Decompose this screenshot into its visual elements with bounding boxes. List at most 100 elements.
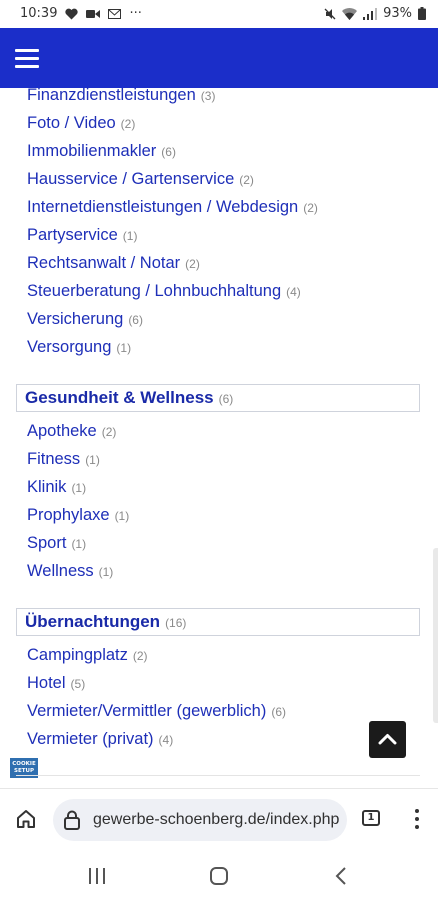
section-title-link[interactable]: Gesundheit & Wellness (6) <box>25 388 233 408</box>
list-item[interactable]: Internetdienstleistungen / Webdesign (2) <box>27 198 318 217</box>
section-header-stays: Übernachtungen (16) <box>16 608 420 636</box>
category-count: (4) <box>286 285 301 299</box>
hamburger-icon[interactable] <box>15 49 39 69</box>
section-title[interactable]: Übernachtungen <box>25 612 160 631</box>
tab-switcher-button[interactable]: 1 <box>362 810 384 830</box>
category-count: (2) <box>101 425 117 439</box>
category-label[interactable]: Apotheke <box>27 422 97 440</box>
list-item[interactable]: Sport (1) <box>27 534 86 553</box>
category-count: (1) <box>71 481 87 495</box>
address-bar[interactable]: gewerbe-schoenberg.de/index.php <box>53 799 347 841</box>
cookie-setup-line2: SETUP <box>14 768 34 774</box>
category-label[interactable]: Versorgung <box>27 338 111 356</box>
signal-icon <box>363 7 378 20</box>
category-label[interactable]: Versicherung <box>27 310 123 328</box>
category-label[interactable]: Internetdienstleistungen / Webdesign <box>27 198 298 216</box>
category-label[interactable]: Prophylaxe <box>27 506 110 524</box>
category-count: (6) <box>161 145 176 159</box>
envelope-icon <box>108 8 122 19</box>
category-count: (2) <box>303 201 318 215</box>
list-item[interactable]: Fitness (1) <box>27 450 100 469</box>
category-label[interactable]: Hausservice / Gartenservice <box>27 170 234 188</box>
status-time: 10:39 <box>20 6 58 21</box>
tab-count: 1 <box>367 812 375 823</box>
category-label[interactable]: Vermieter/Vermittler (gewerblich) <box>27 702 266 720</box>
category-count: (2) <box>132 649 148 663</box>
category-label[interactable]: Steuerberatung / Lohnbuchhaltung <box>27 282 281 300</box>
list-item[interactable]: Immobilienmakler (6) <box>27 142 176 161</box>
list-item[interactable]: Versicherung (6) <box>27 310 143 329</box>
list-item[interactable]: Apotheke (2) <box>27 422 116 441</box>
recent-apps-icon[interactable] <box>88 868 106 889</box>
back-icon[interactable] <box>335 867 347 890</box>
heart-icon <box>65 8 79 20</box>
list-item[interactable]: Hausservice / Gartenservice (2) <box>27 170 254 189</box>
category-label[interactable]: Immobilienmakler <box>27 142 156 160</box>
list-item[interactable]: Vermieter/Vermittler (gewerblich) (6) <box>27 702 286 721</box>
category-label[interactable]: Finanzdienstleistungen <box>27 88 196 104</box>
category-count: (1) <box>98 565 114 579</box>
category-label[interactable]: Klinik <box>27 478 66 496</box>
category-count: (1) <box>114 509 130 523</box>
list-item[interactable]: Vermieter (privat) (4) <box>27 730 173 749</box>
battery-icon <box>418 7 426 20</box>
section-count: (6) <box>218 392 234 406</box>
category-count: (2) <box>120 117 136 131</box>
home-icon[interactable] <box>15 808 37 835</box>
category-count: (2) <box>185 257 200 271</box>
lock-icon[interactable] <box>63 810 81 835</box>
list-item[interactable]: Rechtsanwalt / Notar (2) <box>27 254 200 273</box>
section-title-link[interactable]: Übernachtungen (16) <box>25 612 186 632</box>
category-count: (5) <box>70 677 86 691</box>
category-count: (2) <box>239 173 254 187</box>
chevron-up-icon <box>378 734 397 745</box>
list-item[interactable]: Finanzdienstleistungen (3) <box>27 88 215 105</box>
category-list: Finanzdienstleistungen (3) Foto / Video (2… <box>0 88 438 788</box>
category-count: (6) <box>128 313 143 327</box>
category-label[interactable]: Partyservice <box>27 226 118 244</box>
more-options-icon[interactable] <box>410 809 424 833</box>
category-count: (4) <box>158 733 174 747</box>
category-label[interactable]: Foto / Video <box>27 114 116 132</box>
category-count: (3) <box>200 89 216 103</box>
category-count: (6) <box>271 705 286 719</box>
category-label[interactable]: Rechtsanwalt / Notar <box>27 254 180 272</box>
list-item[interactable]: Campingplatz (2) <box>27 646 148 665</box>
category-count: (1) <box>71 537 87 551</box>
category-label[interactable]: Fitness <box>27 450 80 468</box>
category-count: (1) <box>85 453 100 467</box>
divider <box>16 775 420 776</box>
section-header-health: Gesundheit & Wellness (6) <box>16 384 420 412</box>
category-label[interactable]: Campingplatz <box>27 646 128 664</box>
wifi-icon <box>342 7 358 20</box>
site-header <box>0 28 438 88</box>
status-ellipsis: ··· <box>129 6 142 21</box>
scroll-to-top-button[interactable] <box>369 721 406 758</box>
list-item[interactable]: Wellness (1) <box>27 562 113 581</box>
list-item[interactable]: Foto / Video (2) <box>27 114 135 133</box>
home-nav-icon[interactable] <box>210 867 228 885</box>
category-label[interactable]: Wellness <box>27 562 94 580</box>
system-navigation-bar <box>0 852 438 900</box>
status-bar: 10:39 ··· 93% <box>0 0 438 28</box>
list-item[interactable]: Hotel (5) <box>27 674 85 693</box>
list-item[interactable]: Steuerberatung / Lohnbuchhaltung (4) <box>27 282 301 301</box>
video-icon <box>86 9 101 19</box>
battery-text: 93% <box>383 6 412 21</box>
browser-toolbar: gewerbe-schoenberg.de/index.php 1 <box>0 788 438 852</box>
list-item[interactable]: Versorgung (1) <box>27 338 131 357</box>
edge-panel-handle[interactable] <box>433 548 438 723</box>
url-text[interactable]: gewerbe-schoenberg.de/index.php <box>93 811 339 829</box>
category-label[interactable]: Sport <box>27 534 66 552</box>
category-count: (1) <box>116 341 132 355</box>
list-item[interactable]: Klinik (1) <box>27 478 86 497</box>
section-title[interactable]: Gesundheit & Wellness <box>25 388 214 407</box>
list-item[interactable]: Partyservice (1) <box>27 226 137 245</box>
section-count: (16) <box>165 616 187 630</box>
category-label[interactable]: Vermieter (privat) <box>27 730 154 748</box>
list-item[interactable]: Prophylaxe (1) <box>27 506 129 525</box>
cookie-setup-line1: COOKIE <box>12 761 36 767</box>
mute-icon <box>324 8 336 20</box>
category-label[interactable]: Hotel <box>27 674 66 692</box>
category-count: (1) <box>122 229 138 243</box>
